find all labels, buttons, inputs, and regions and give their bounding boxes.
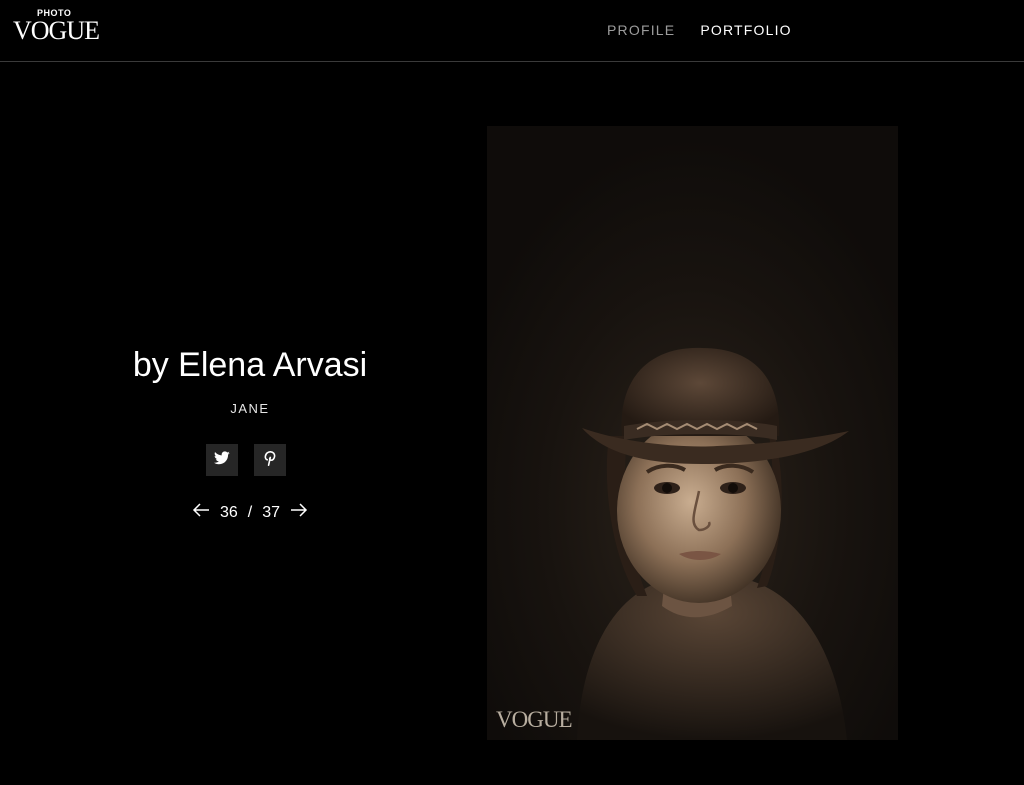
photo-watermark: VOGUE <box>496 707 572 732</box>
share-twitter-button[interactable] <box>206 444 238 476</box>
pager-current: 36 <box>219 503 238 521</box>
pager-separator: / <box>247 503 253 521</box>
arrow-left-icon <box>192 503 210 522</box>
photo-pager: 36 / 37 <box>100 503 400 522</box>
pinterest-icon <box>264 450 276 471</box>
site-header: PHOTO VOGUE PROFILE PORTFOLIO <box>0 0 1024 62</box>
photo-credit-title: by Elena Arvasi <box>132 346 368 384</box>
nav-portfolio-link[interactable]: PORTFOLIO <box>700 22 791 38</box>
nav-profile-link[interactable]: PROFILE <box>607 22 675 38</box>
photo-vogue-logo[interactable]: PHOTO VOGUE <box>13 6 103 46</box>
next-photo-button[interactable] <box>290 503 308 522</box>
share-pinterest-button[interactable] <box>254 444 286 476</box>
share-buttons <box>206 444 286 476</box>
portrait-illustration <box>487 126 898 740</box>
portrait-photo[interactable]: VOGUE <box>487 126 898 740</box>
main-nav: PROFILE PORTFOLIO <box>607 22 792 38</box>
logo-vogue-text: VOGUE <box>13 16 100 45</box>
photo-info-panel: by Elena Arvasi JANE 36 / 37 <box>100 345 400 521</box>
arrow-right-icon <box>290 503 308 522</box>
twitter-icon <box>214 450 230 470</box>
photo-subtitle: JANE <box>230 401 270 416</box>
pager-total: 37 <box>262 503 281 521</box>
previous-photo-button[interactable] <box>192 503 210 522</box>
